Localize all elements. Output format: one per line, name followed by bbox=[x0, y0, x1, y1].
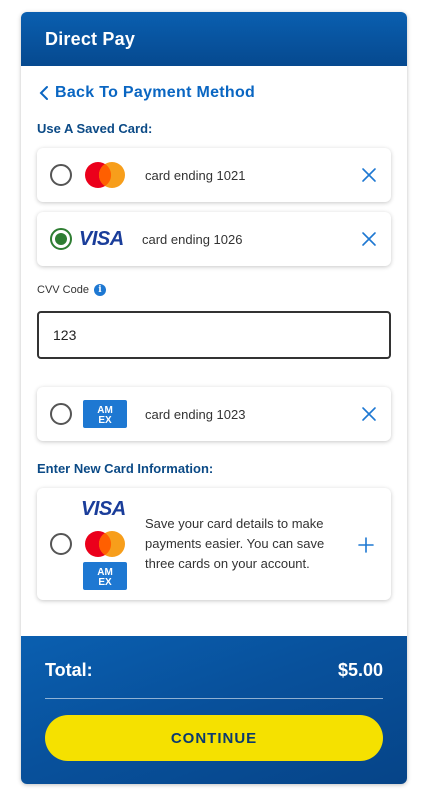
card-radio-1021[interactable] bbox=[50, 164, 72, 186]
amex-logo: AM EX bbox=[83, 562, 127, 590]
saved-card-1026[interactable]: VISA card ending 1026 bbox=[37, 212, 391, 266]
cvv-input[interactable] bbox=[37, 311, 391, 359]
saved-card-1023[interactable]: AM EX card ending 1023 bbox=[37, 387, 391, 441]
saved-card-1021[interactable]: card ending 1021 bbox=[37, 148, 391, 202]
card-label: card ending 1021 bbox=[145, 167, 246, 183]
footer: Total: $5.00 CONTINUE bbox=[21, 636, 407, 784]
amex-logo-line2: EX bbox=[98, 415, 112, 425]
new-card-option[interactable]: VISA AM EX Save your card details to mak… bbox=[37, 488, 391, 600]
card-label: card ending 1023 bbox=[145, 406, 246, 422]
info-icon[interactable]: i bbox=[93, 284, 106, 296]
amex-logo: AM EX bbox=[83, 400, 127, 428]
cvv-label: CVV Code i bbox=[37, 284, 106, 296]
mastercard-logo bbox=[85, 531, 125, 557]
card-radio-1023[interactable] bbox=[50, 403, 72, 425]
mastercard-logo bbox=[85, 162, 125, 188]
close-icon[interactable] bbox=[361, 231, 377, 247]
saved-card-section-label: Use A Saved Card: bbox=[37, 121, 153, 136]
new-card-section-label: Enter New Card Information: bbox=[37, 461, 214, 476]
total-label: Total: bbox=[45, 660, 93, 680]
back-link-label: Back To Payment Method bbox=[55, 84, 256, 101]
visa-logo: VISA bbox=[79, 228, 124, 250]
back-to-payment-method-link[interactable]: Back To Payment Method bbox=[39, 84, 255, 102]
close-icon[interactable] bbox=[361, 406, 377, 422]
card-radio-1026[interactable] bbox=[50, 228, 72, 250]
chevron-left-icon bbox=[39, 86, 48, 100]
visa-logo: VISA bbox=[81, 498, 126, 520]
continue-button[interactable]: CONTINUE bbox=[45, 715, 383, 761]
new-card-description: Save your card details to make payments … bbox=[145, 516, 325, 571]
card-label: card ending 1026 bbox=[142, 231, 243, 247]
new-card-radio[interactable] bbox=[50, 533, 72, 555]
plus-icon[interactable] bbox=[357, 536, 375, 554]
divider bbox=[45, 698, 383, 699]
page-title: Direct Pay bbox=[45, 28, 136, 49]
amex-logo-line2: EX bbox=[98, 577, 112, 587]
cvv-label-text: CVV Code bbox=[37, 284, 89, 296]
total-row: Total: $5.00 bbox=[45, 660, 383, 681]
direct-pay-panel: Direct Pay Back To Payment Method Use A … bbox=[21, 12, 407, 784]
header: Direct Pay bbox=[21, 12, 407, 66]
close-icon[interactable] bbox=[361, 167, 377, 183]
total-value: $5.00 bbox=[337, 660, 383, 680]
